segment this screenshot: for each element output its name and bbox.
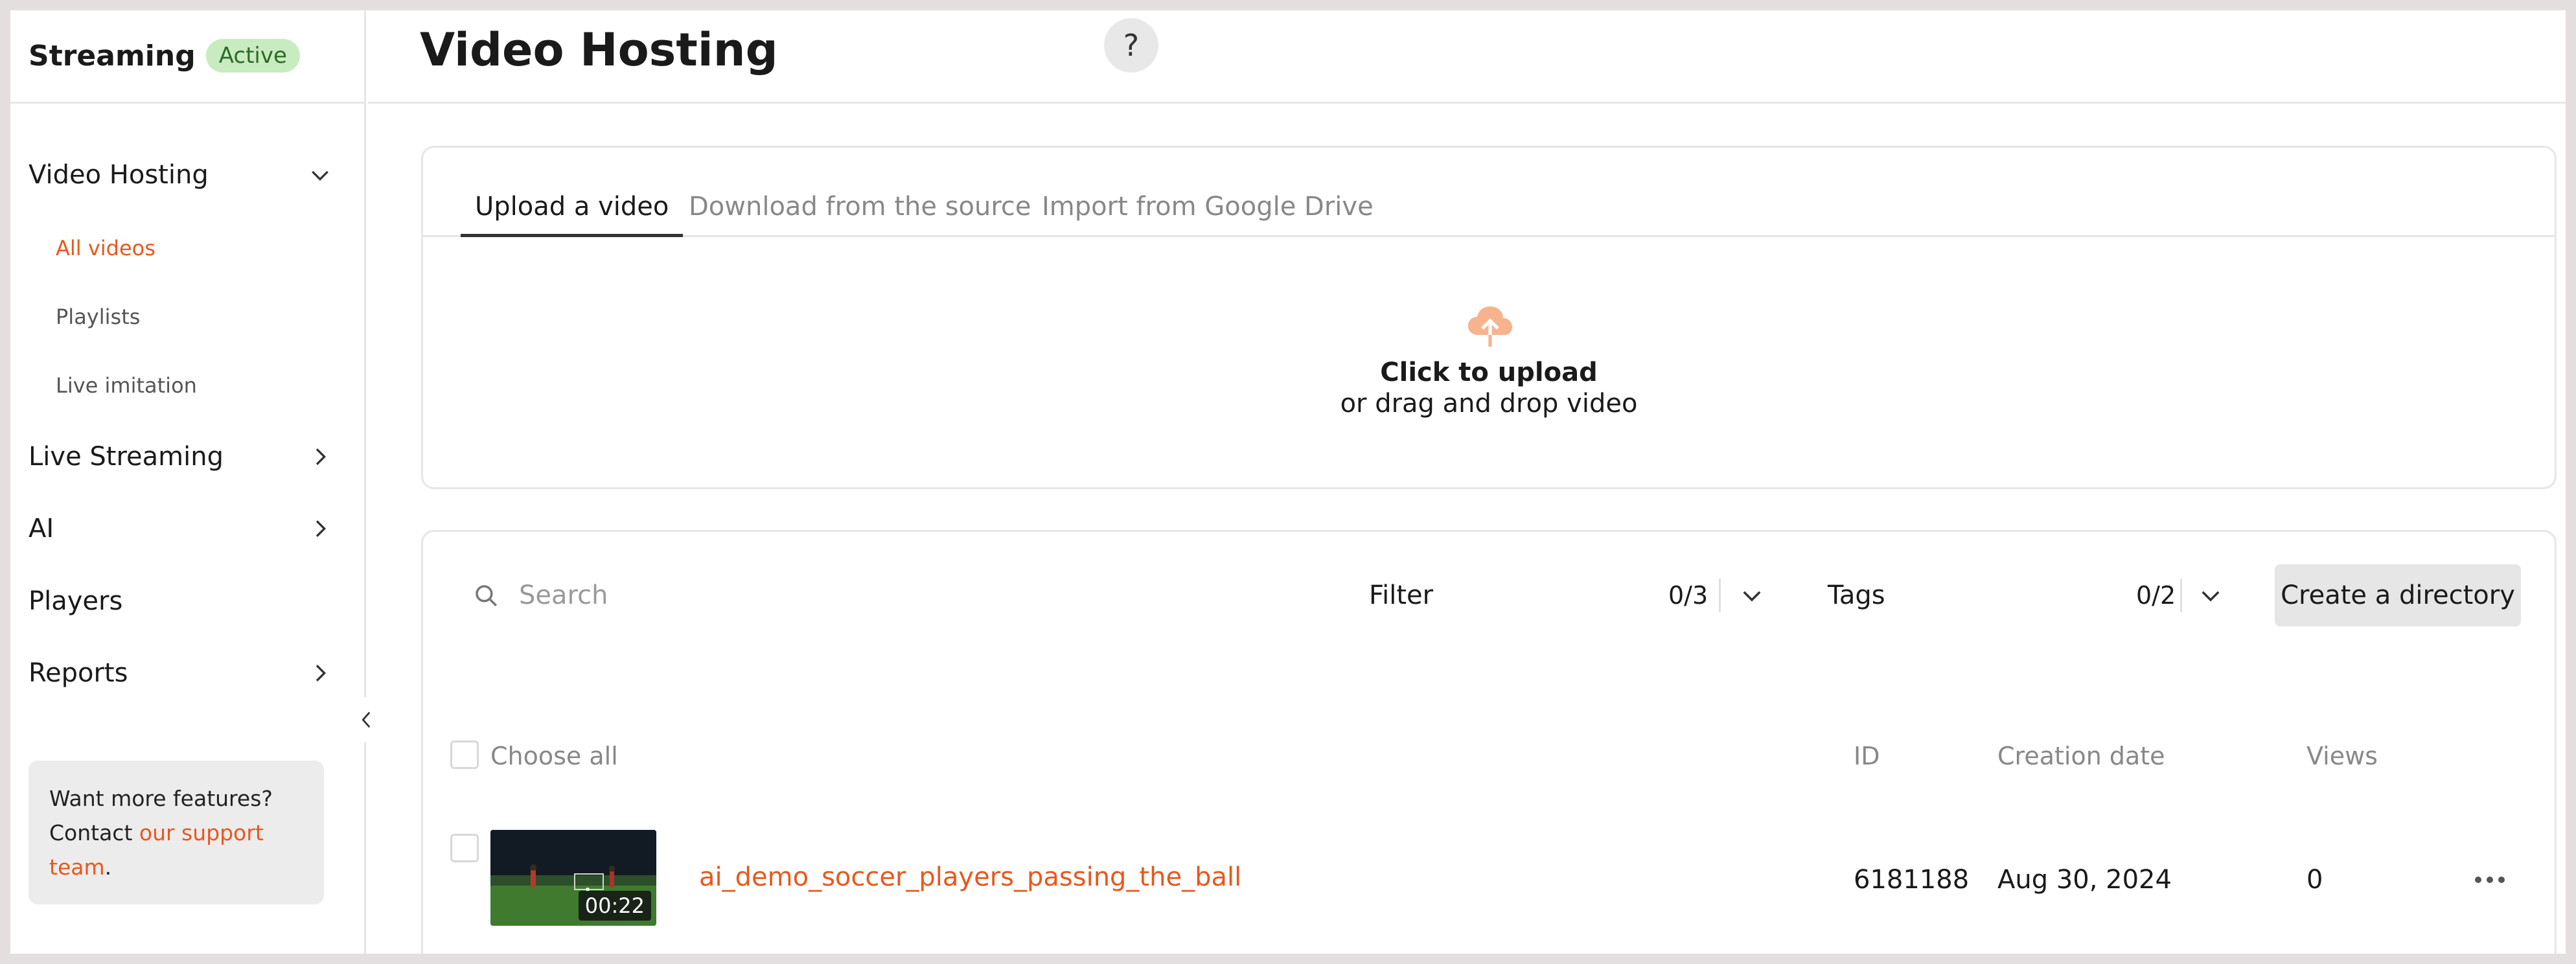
sidebar-item-label: AI	[29, 514, 54, 544]
app-window: Streaming Active Video Hosting All video…	[10, 10, 2566, 954]
support-link-team[interactable]: team	[49, 855, 105, 880]
tags-select[interactable]: Tags 0/2	[1828, 564, 2242, 626]
promo-line-1: Want more features?	[49, 786, 273, 811]
chevron-down-icon	[307, 162, 333, 188]
tab-upload-video[interactable]: Upload a video	[461, 175, 684, 237]
sidebar-subitem-live-imitation[interactable]: Live imitation	[56, 366, 197, 405]
status-badge: Active	[205, 39, 300, 73]
search-box[interactable]	[472, 564, 1315, 626]
tab-download-source[interactable]: Download from the source	[689, 175, 1031, 237]
row-more-button[interactable]	[2470, 864, 2509, 896]
help-button[interactable]: ?	[1104, 18, 1158, 73]
more-horizontal-icon	[2475, 877, 2505, 883]
sidebar-item-players[interactable]: Players	[29, 579, 333, 624]
support-link[interactable]: our support	[139, 820, 264, 845]
sidebar-item-label: Reports	[29, 658, 128, 688]
sidebar-subitem-label: Live imitation	[56, 373, 197, 398]
sidebar-item-label: Players	[29, 586, 123, 616]
create-directory-button[interactable]: Create a directory	[2275, 564, 2521, 626]
table-row[interactable]: 00:22 ai_demo_soccer_players_passing_the…	[423, 830, 2555, 934]
video-duration: 00:22	[578, 891, 651, 921]
video-id: 6181188	[1854, 865, 1970, 895]
tab-import-google-drive[interactable]: Import from Google Drive	[1042, 175, 1374, 237]
page-title: Video Hosting	[420, 23, 778, 76]
upload-subtitle: or drag and drop video	[1340, 389, 1638, 419]
video-list-card: Filter 0/3 Tags 0/2 Create a directory C…	[421, 530, 2557, 954]
list-toolbar: Filter 0/3 Tags 0/2 Create a directory	[423, 564, 2555, 626]
search-icon	[476, 585, 497, 606]
tags-separator	[2180, 579, 2182, 612]
chevron-right-icon	[307, 660, 333, 686]
upload-title: Click to upload	[1380, 358, 1598, 387]
chevron-right-icon	[307, 516, 333, 542]
video-thumbnail[interactable]: 00:22	[490, 830, 656, 926]
video-creation-date: Aug 30, 2024	[1997, 865, 2172, 895]
sidebar-item-ai[interactable]: AI	[29, 506, 333, 551]
sidebar-item-label: Video Hosting	[29, 160, 209, 190]
chevron-down-icon	[2202, 591, 2220, 602]
sidebar-item-label: Live Streaming	[29, 442, 224, 472]
filter-label: Filter	[1369, 580, 1434, 610]
tags-label: Tags	[1828, 580, 1885, 610]
sidebar-item-video-hosting[interactable]: Video Hosting	[29, 152, 333, 198]
row-checkbox[interactable]	[450, 834, 479, 862]
upload-card: Upload a video Download from the source …	[421, 146, 2557, 489]
sidebar-subitem-all-videos[interactable]: All videos	[56, 229, 155, 268]
sidebar-item-reports[interactable]: Reports	[29, 650, 333, 696]
upload-tabs: Upload a video Download from the source …	[423, 148, 2555, 237]
sidebar-subitem-label: Playlists	[56, 304, 141, 329]
video-views: 0	[2306, 865, 2323, 895]
column-header-creation-date: Creation date	[1997, 742, 2165, 770]
promo-line-3: team.	[49, 850, 303, 884]
brand: Streaming Active	[29, 29, 300, 83]
filter-select[interactable]: Filter 0/3	[1369, 564, 1784, 626]
upload-dropzone[interactable]: Click to upload or drag and drop video	[423, 239, 2555, 489]
search-input[interactable]	[519, 580, 1232, 610]
chevron-right-icon	[307, 444, 333, 470]
sidebar-divider	[10, 102, 366, 104]
tags-count: 0/2	[2136, 581, 2176, 610]
table-header: Choose all ID Creation date Views	[423, 733, 2555, 778]
sidebar-item-live-streaming[interactable]: Live Streaming	[29, 434, 333, 479]
chevron-down-icon	[1743, 591, 1761, 602]
promo-line-2: Contact our support	[49, 816, 303, 850]
page-header: Video Hosting ?	[368, 10, 2566, 104]
collapse-sidebar-button[interactable]	[354, 697, 380, 742]
video-title-link[interactable]: ai_demo_soccer_players_passing_the_ball	[699, 862, 1241, 892]
sidebar-subitem-playlists[interactable]: Playlists	[56, 297, 140, 336]
filter-separator	[1719, 579, 1721, 612]
choose-all-label[interactable]: Choose all	[490, 742, 618, 770]
promo-box: Want more features? Contact our support …	[29, 761, 324, 904]
brand-name: Streaming	[29, 39, 196, 73]
column-header-id: ID	[1854, 742, 1880, 770]
promo-prefix: Contact	[49, 820, 139, 845]
sidebar: Streaming Active Video Hosting All video…	[10, 10, 366, 954]
choose-all-checkbox[interactable]	[450, 740, 479, 769]
promo-suffix: .	[104, 855, 112, 880]
filter-count: 0/3	[1668, 581, 1708, 610]
column-header-views: Views	[2306, 742, 2378, 770]
cloud-upload-icon	[1468, 306, 1512, 347]
chevron-left-icon	[362, 711, 371, 728]
sidebar-subitem-label: All videos	[56, 236, 155, 260]
